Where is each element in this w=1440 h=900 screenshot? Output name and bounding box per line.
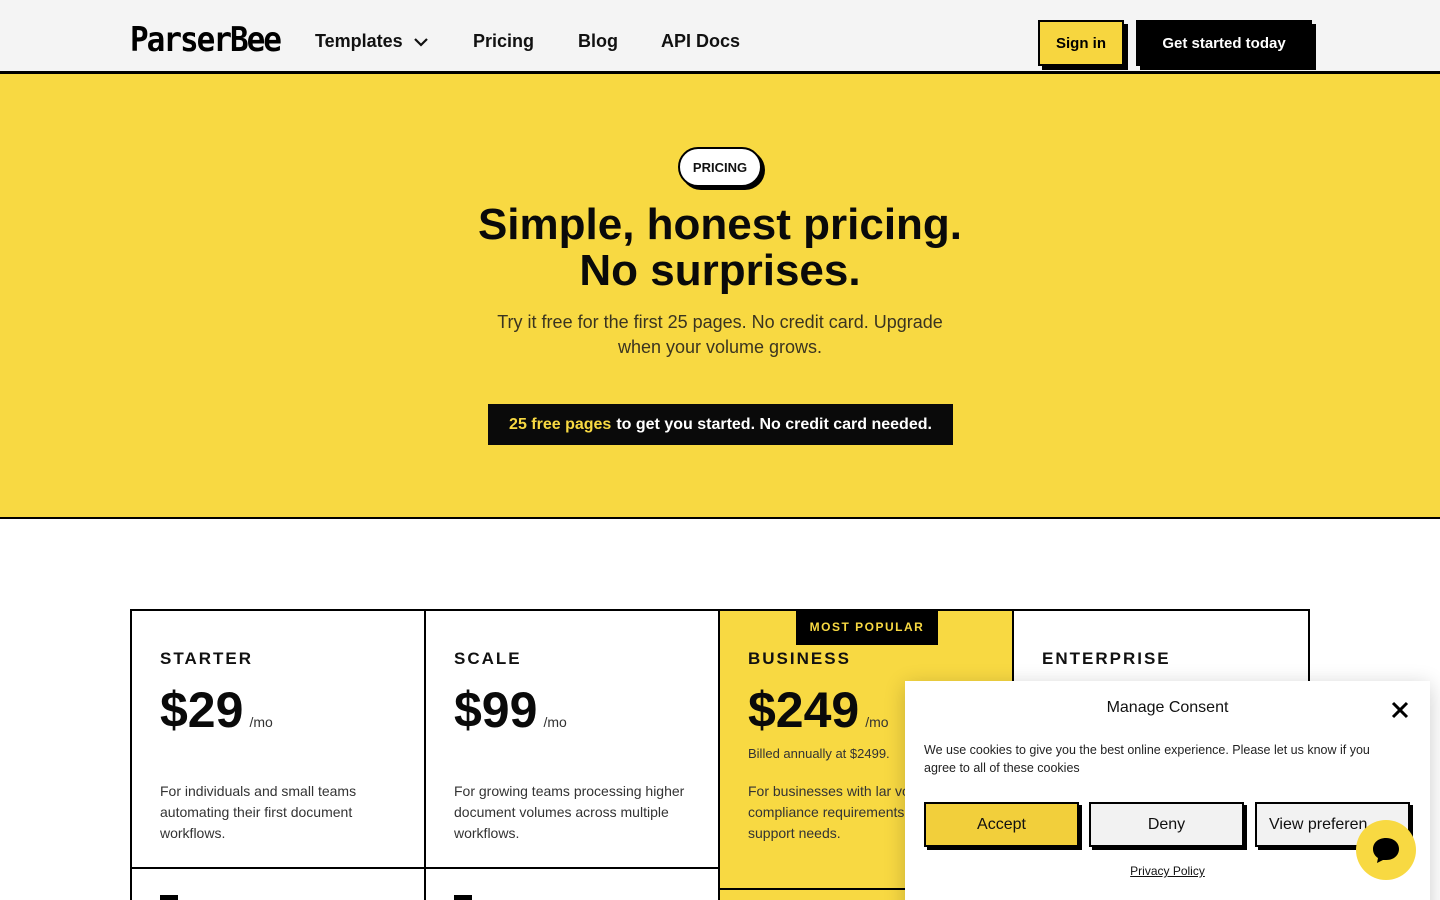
price-amount: $29 <box>160 682 244 738</box>
plan-name: STARTER <box>160 649 254 668</box>
check-icon <box>160 895 178 900</box>
consent-dialog: Manage Consent We use cookies to give yo… <box>905 681 1430 900</box>
subtitle-line-2: when your volume grows. <box>617 337 823 357</box>
title-line-1: Simple, honest pricing. <box>477 200 963 249</box>
price-period: /mo <box>249 714 273 730</box>
plan-description: For individuals and small teams automati… <box>160 783 357 841</box>
hero-subtitle: Try it free for the first 25 pages. No c… <box>440 310 1000 360</box>
plan-name: SCALE <box>454 649 522 668</box>
free-pages-text: to get you started. No credit card neede… <box>616 415 932 433</box>
close-icon[interactable] <box>1389 699 1411 721</box>
get-started-button[interactable]: Get started today <box>1136 20 1312 66</box>
price-period: /mo <box>543 714 567 730</box>
plan-card-starter: STARTER $29 /mo For individuals and smal… <box>132 611 426 900</box>
privacy-policy-link[interactable]: Privacy Policy <box>905 864 1430 878</box>
check-icon <box>454 895 472 900</box>
sign-in-button[interactable]: Sign in <box>1038 20 1124 66</box>
chat-icon <box>1373 838 1399 863</box>
plan-name: BUSINESS <box>748 649 851 668</box>
consent-text: We use cookies to give you the best onli… <box>924 743 1370 775</box>
price-amount: $249 <box>748 682 860 738</box>
plan-card-scale: SCALE $99 /mo For growing teams processi… <box>426 611 720 900</box>
deny-button[interactable]: Deny <box>1089 802 1244 847</box>
nav-pricing[interactable]: Pricing <box>473 31 534 52</box>
plan-description: For growing teams processing higher docu… <box>454 783 685 841</box>
card-divider <box>132 867 424 869</box>
page-title: Simple, honest pricing. No surprises. <box>320 202 1120 294</box>
consent-title: Manage Consent <box>1106 699 1229 716</box>
nav-api-docs[interactable]: API Docs <box>661 31 740 52</box>
accept-button[interactable]: Accept <box>924 802 1079 847</box>
plan-price: $29 /mo <box>160 681 273 739</box>
plan-name: ENTERPRISE <box>1042 649 1171 668</box>
site-header: ParserBee Templates Pricing Blog API Doc… <box>0 0 1440 74</box>
nav-templates[interactable]: Templates <box>315 31 429 52</box>
chat-button[interactable] <box>1356 820 1416 880</box>
logo[interactable]: ParserBee <box>130 20 282 60</box>
chevron-down-icon <box>413 37 428 47</box>
billed-annually: Billed annually at $2499. <box>748 746 890 761</box>
price-period: /mo <box>865 714 889 730</box>
free-pages-banner: 25 free pages to get you started. No cre… <box>488 404 953 445</box>
subtitle-line-1: Try it free for the first 25 pages. No c… <box>497 312 943 332</box>
nav-blog[interactable]: Blog <box>578 31 618 52</box>
nav-templates-label: Templates <box>315 31 403 51</box>
price-amount: $99 <box>454 682 538 738</box>
plan-price: $99 /mo <box>454 681 567 739</box>
most-popular-badge: MOST POPULAR <box>796 609 938 645</box>
free-pages-highlight: 25 free pages <box>509 415 612 433</box>
plan-price: $249 /mo <box>748 681 889 739</box>
title-line-2: No surprises. <box>579 246 861 295</box>
card-divider <box>426 867 718 869</box>
hero-section: PRICING Simple, honest pricing. No surpr… <box>0 74 1440 519</box>
pricing-badge: PRICING <box>678 147 762 187</box>
